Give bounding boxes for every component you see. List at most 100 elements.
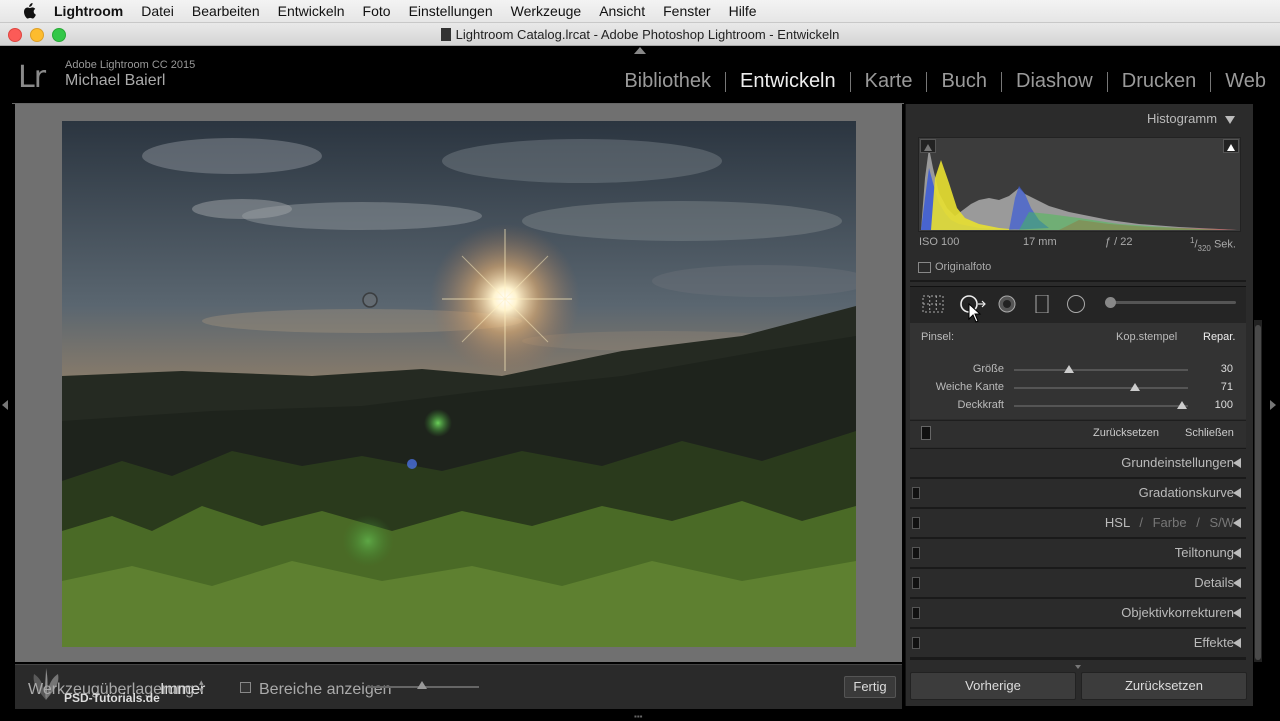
menu-entwickeln[interactable]: Entwickeln <box>278 3 345 19</box>
module-entwickeln[interactable]: Entwickeln <box>726 70 850 93</box>
section-split-toning-label[interactable]: Teiltonung <box>1175 545 1234 560</box>
menu-einstellungen[interactable]: Einstellungen <box>409 3 493 19</box>
product-name: Adobe Lightroom CC 2015 <box>65 59 196 71</box>
radial-filter-icon[interactable] <box>1065 295 1087 313</box>
expand-triangle-icon[interactable] <box>1233 608 1241 618</box>
menu-datei[interactable]: Datei <box>141 3 174 19</box>
tool-strip-slider-knob[interactable] <box>1105 297 1116 308</box>
red-eye-icon[interactable] <box>996 295 1018 313</box>
exif-shutter-num: 1 <box>1190 236 1195 245</box>
left-panel-toggle-icon[interactable] <box>2 400 8 410</box>
section-toggle-switch[interactable] <box>912 517 920 529</box>
tool-toggle-switch[interactable] <box>921 426 931 440</box>
feather-slider-thumb[interactable] <box>1130 383 1141 391</box>
module-drucken[interactable]: Drucken <box>1108 70 1210 93</box>
lightroom-logo: Lr <box>18 60 46 95</box>
toolbar-slider-thumb[interactable] <box>417 681 427 689</box>
menu-foto[interactable]: Foto <box>363 3 391 19</box>
top-panel-toggle-icon[interactable] <box>634 47 646 54</box>
window-title: Lightroom Catalog.lrcat - Adobe Photosho… <box>455 26 840 42</box>
panel-divider <box>910 658 1246 660</box>
expand-triangle-icon[interactable] <box>1233 578 1241 588</box>
original-photo-checkbox[interactable] <box>918 262 931 273</box>
watermark-brand: PSD-Tutorials.de <box>64 691 160 705</box>
section-toggle-switch[interactable] <box>912 577 920 589</box>
expand-triangle-icon[interactable] <box>1233 638 1241 648</box>
document-icon <box>440 27 451 41</box>
histogram-header[interactable]: Histogramm <box>1147 111 1236 126</box>
menu-hilfe[interactable]: Hilfe <box>729 3 757 19</box>
fullscreen-window-button[interactable] <box>52 28 66 42</box>
section-toggle-switch[interactable] <box>912 637 920 649</box>
section-toggle-switch[interactable] <box>912 547 920 559</box>
show-areas-checkbox[interactable] <box>240 682 251 693</box>
module-bibliothek[interactable]: Bibliothek <box>610 70 725 93</box>
menu-bearbeiten[interactable]: Bearbeiten <box>192 3 260 19</box>
select-arrows-icon[interactable]: ▴ ▾ <box>199 678 204 695</box>
shadow-clipping-button[interactable] <box>920 139 936 153</box>
landscape-photo[interactable] <box>62 121 856 647</box>
hsl-tab[interactable]: HSL <box>1105 515 1130 530</box>
module-diashow[interactable]: Diashow <box>1002 70 1107 93</box>
reset-all-button[interactable]: Zurücksetzen <box>1081 672 1247 700</box>
bw-tab[interactable]: S/W <box>1209 515 1234 530</box>
section-effects-label[interactable]: Effekte <box>1194 635 1234 650</box>
exif-focal: 17 mm <box>1023 236 1057 248</box>
size-slider-thumb[interactable] <box>1063 365 1074 373</box>
section-hsl-label: HSL / Farbe / S/W <box>1105 515 1234 530</box>
mac-menubar: Lightroom Datei Bearbeiten Entwickeln Fo… <box>0 0 1280 23</box>
right-panel-toggle-icon[interactable] <box>1270 400 1276 410</box>
section-toggle-switch[interactable] <box>912 607 920 619</box>
clone-mode-button[interactable]: Kop.stempel <box>1116 331 1177 343</box>
feather-label: Weiche Kante <box>935 381 1004 393</box>
size-label: Größe <box>972 363 1004 375</box>
heal-mode-button[interactable]: Repar. <box>1203 331 1235 343</box>
size-slider[interactable] <box>1014 369 1188 371</box>
tool-close-button[interactable]: Schließen <box>1185 427 1234 439</box>
mouse-cursor-icon <box>968 303 982 323</box>
section-toggle-switch[interactable] <box>912 487 920 499</box>
tool-reset-button[interactable]: Zurücksetzen <box>1093 427 1159 439</box>
highlight-clipping-button[interactable] <box>1223 139 1239 153</box>
menu-lightroom[interactable]: Lightroom <box>54 3 123 19</box>
feather-value[interactable]: 71 <box>1195 381 1233 393</box>
section-basic-label[interactable]: Grundeinstellungen <box>1121 455 1234 470</box>
module-karte[interactable]: Karte <box>851 70 927 93</box>
color-tab[interactable]: Farbe <box>1153 515 1187 530</box>
crop-grid-icon[interactable] <box>922 295 944 313</box>
opacity-slider[interactable] <box>1014 405 1188 407</box>
tab-separator: / <box>1139 515 1143 530</box>
expand-triangle-icon[interactable] <box>1233 488 1241 498</box>
opacity-label: Deckkraft <box>957 399 1004 411</box>
feather-slider[interactable] <box>1014 387 1188 389</box>
apple-icon[interactable] <box>20 3 38 19</box>
expand-triangle-icon[interactable] <box>1233 518 1241 528</box>
module-web[interactable]: Web <box>1211 70 1266 93</box>
previous-button[interactable]: Vorherige <box>910 672 1076 700</box>
menu-fenster[interactable]: Fenster <box>663 3 710 19</box>
graduated-filter-icon[interactable] <box>1031 295 1053 313</box>
done-button[interactable]: Fertig <box>844 676 896 698</box>
tab-separator: / <box>1196 515 1200 530</box>
exif-shutter-den: 320 <box>1197 243 1211 253</box>
tool-strip-slider[interactable] <box>1106 301 1236 304</box>
menu-ansicht[interactable]: Ansicht <box>599 3 645 19</box>
traffic-lights <box>8 28 66 42</box>
menu-werkzeuge[interactable]: Werkzeuge <box>511 3 582 19</box>
section-details-label[interactable]: Details <box>1194 575 1234 590</box>
panel-scrollbar-thumb[interactable] <box>1255 325 1261 660</box>
histogram-chart[interactable] <box>918 137 1241 232</box>
close-window-button[interactable] <box>8 28 22 42</box>
minimize-window-button[interactable] <box>30 28 44 42</box>
section-tone-curve-label[interactable]: Gradationskurve <box>1139 485 1234 500</box>
exif-iso: ISO 100 <box>919 236 960 248</box>
module-buch[interactable]: Buch <box>927 70 1001 93</box>
section-lens-label[interactable]: Objektivkorrekturen <box>1121 605 1234 620</box>
expand-triangle-icon[interactable] <box>1233 458 1241 468</box>
opacity-slider-thumb[interactable] <box>1177 401 1187 409</box>
collapse-triangle-icon[interactable] <box>1225 115 1236 124</box>
expand-triangle-icon[interactable] <box>1233 548 1241 558</box>
size-value[interactable]: 30 <box>1195 363 1233 375</box>
exif-shutter-unit: Sek. <box>1213 238 1236 251</box>
opacity-value[interactable]: 100 <box>1195 399 1233 411</box>
